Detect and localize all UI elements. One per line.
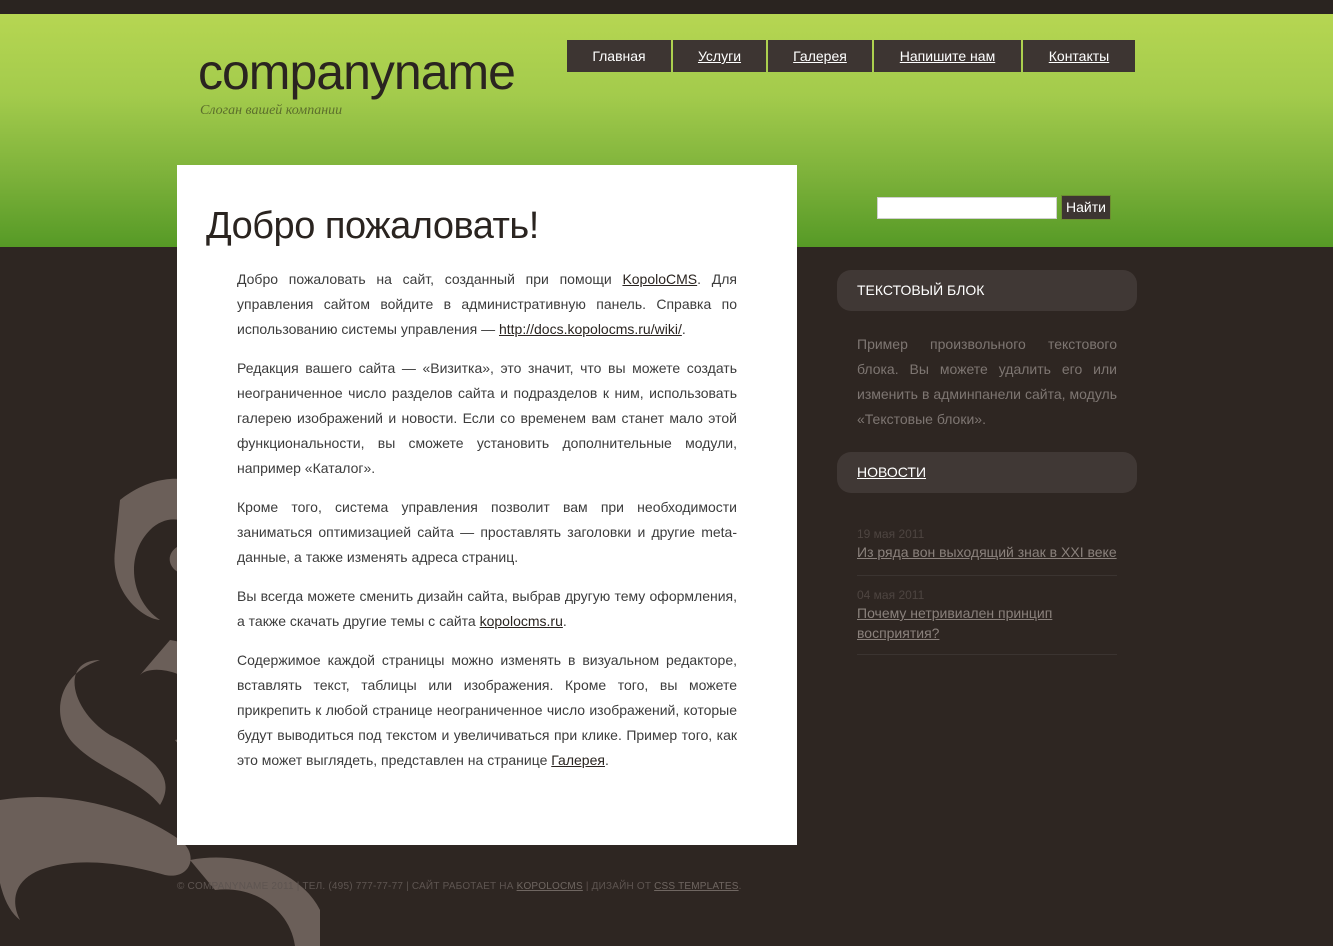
kopolocms-site-link[interactable]: kopolocms.ru (480, 613, 563, 629)
text-block-content: Пример произвольного текстового блока. В… (857, 336, 1117, 427)
news-date: 19 мая 2011 (857, 527, 925, 541)
footer-kopolocms-link[interactable]: KOPOLOCMS (517, 881, 583, 892)
text: . (562, 613, 567, 629)
text: Добро пожаловать на сайт, созданный при … (237, 271, 623, 287)
page-title: Добро пожаловать! (206, 205, 539, 247)
news-header-label: НОВОСТИ (857, 464, 927, 480)
content-text: Добро пожаловать на сайт, созданный при … (237, 267, 737, 787)
paragraph: Добро пожаловать на сайт, созданный при … (237, 267, 737, 342)
search-input[interactable] (877, 197, 1057, 219)
footer-text: . (738, 881, 742, 892)
main-content: Добро пожаловать! Добро пожаловать на са… (177, 165, 797, 845)
footer: © COMPANYNAME 2011 | ТЕЛ. (495) 777-77-7… (177, 881, 742, 892)
main-nav: Главная Услуги Галерея Напишите нам Конт… (567, 40, 1137, 72)
site-slogan: Слоган вашей компании (200, 103, 343, 118)
nav-item-label: Контакты (1048, 48, 1110, 64)
search-button[interactable]: Найти (1061, 195, 1111, 220)
paragraph: Вы всегда можете сменить дизайн сайта, в… (237, 584, 737, 634)
nav-item-label: Услуги (697, 48, 742, 64)
news-date: 04 мая 2011 (857, 588, 925, 602)
text: . (681, 321, 686, 337)
nav-item-label: Напишите нам (899, 48, 996, 64)
text-block-header: ТЕКСТОВЫЙ БЛОК (837, 270, 1137, 311)
news-header[interactable]: НОВОСТИ (837, 452, 1137, 493)
news-item: 19 мая 2011 Из ряда вон выходящий знак в… (857, 526, 1117, 576)
docs-link[interactable]: http://docs.kopolocms.ru/wiki/ (499, 321, 682, 337)
top-bar (0, 0, 1333, 14)
nav-item-label: Главная (592, 48, 646, 64)
text: Содержимое каждой страницы можно изменят… (237, 652, 737, 768)
news-title-link[interactable]: Из ряда вон выходящий знак в XXI веке (857, 542, 1117, 562)
nav-item-write-us[interactable]: Напишите нам (874, 40, 1021, 72)
news-title-link[interactable]: Почему нетривиален принцип восприятия? (857, 603, 1117, 643)
text: . (604, 752, 609, 768)
footer-text: © COMPANYNAME 2011 | ТЕЛ. (495) 777-77-7… (177, 881, 517, 892)
nav-item-contacts[interactable]: Контакты (1023, 40, 1135, 72)
nav-item-label: Галерея (793, 48, 847, 64)
nav-item-home[interactable]: Главная (567, 40, 671, 72)
paragraph: Кроме того, система управления позволит … (237, 499, 737, 565)
footer-css-templates-link[interactable]: CSS TEMPLATES (654, 881, 738, 892)
footer-text: | ДИЗАЙН ОТ (582, 881, 655, 892)
nav-item-services[interactable]: Услуги (673, 40, 766, 72)
site-logo[interactable]: companyname (198, 42, 516, 102)
kopolocms-link[interactable]: KopoloCMS (622, 271, 697, 287)
paragraph: Редакция вашего сайта — «Визитка», это з… (237, 360, 737, 476)
news-item: 04 мая 2011 Почему нетривиален принцип в… (857, 587, 1117, 655)
nav-item-gallery[interactable]: Галерея (768, 40, 872, 72)
gallery-link[interactable]: Галерея (551, 752, 605, 768)
paragraph: Содержимое каждой страницы можно изменят… (237, 648, 737, 773)
